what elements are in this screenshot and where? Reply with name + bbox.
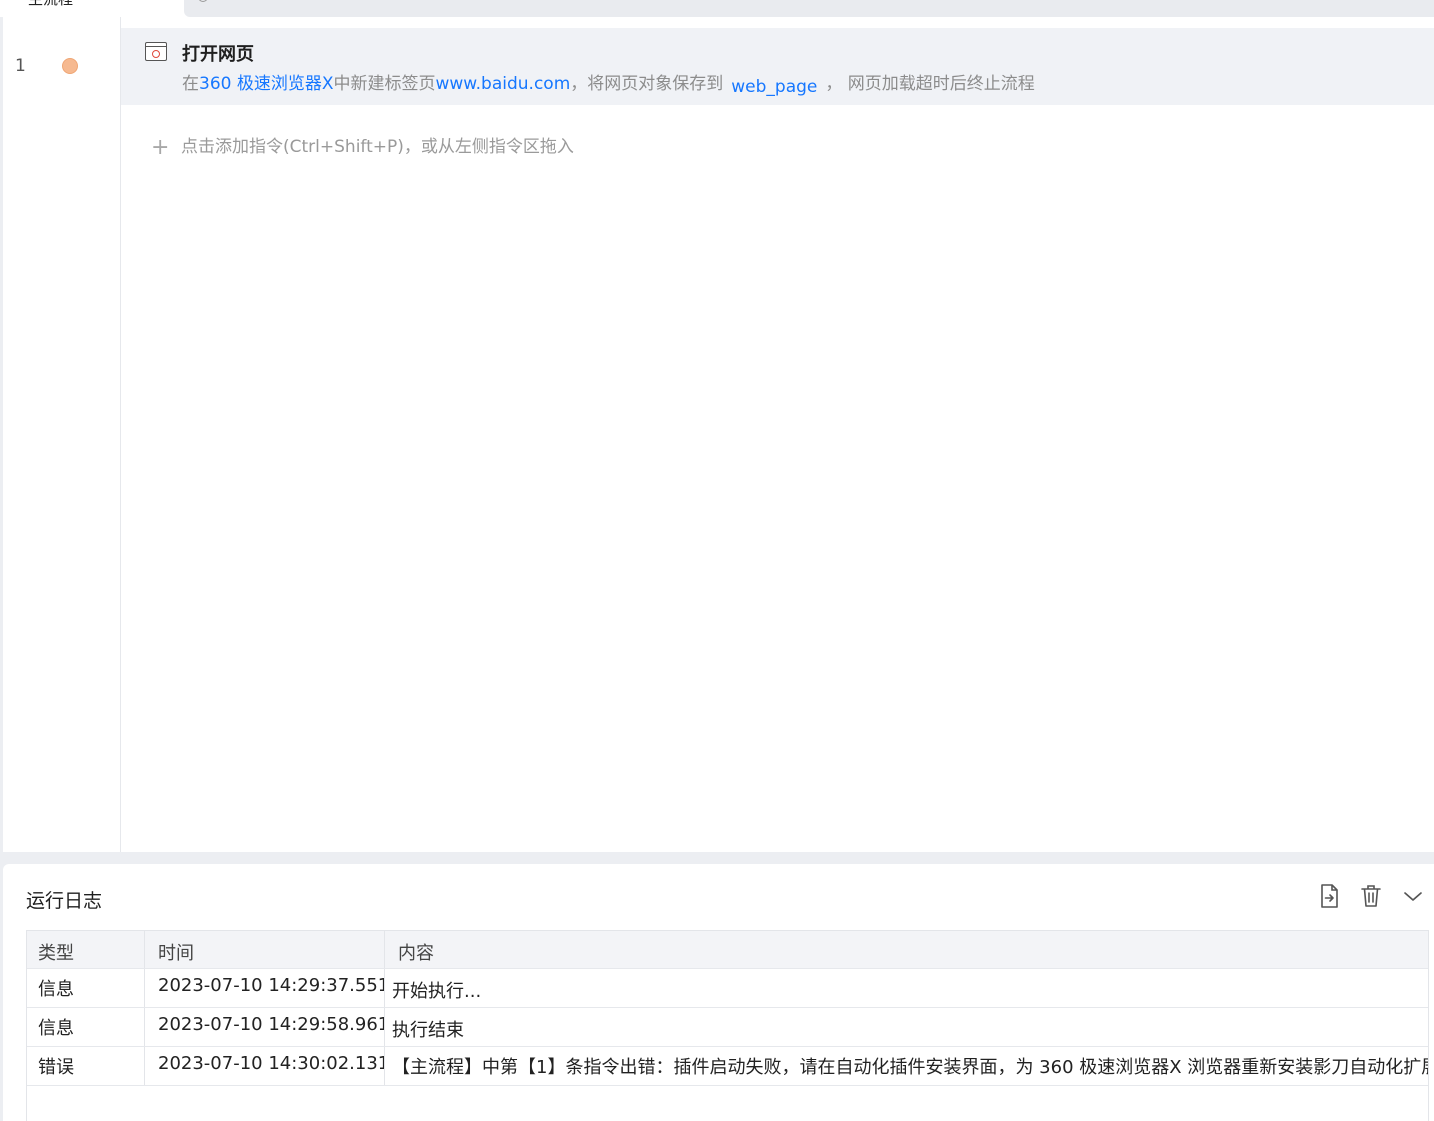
row-type: 信息 (27, 969, 145, 1007)
chevron-down-icon[interactable] (1400, 882, 1426, 910)
table-row[interactable]: 错误 2023-07-10 14:30:02.131 【主流程】中第【1】条指令… (27, 1047, 1428, 1086)
trash-icon[interactable] (1358, 882, 1384, 910)
desc-mid1: 中新建标签页 (333, 74, 436, 94)
line-number: 1 (15, 56, 26, 76)
table-header: 类型 时间 内容 (27, 931, 1428, 969)
flow-editor: 1 打开网页 在360 极速浏览器X中新建标签页www.baidu.com，将网… (0, 17, 1434, 852)
table-row[interactable]: 信息 2023-07-10 14:29:37.551 开始执行... (27, 969, 1428, 1008)
header-time[interactable]: 时间 (145, 931, 385, 968)
command-canvas: 打开网页 在360 极速浏览器X中新建标签页www.baidu.com，将网页对… (121, 17, 1434, 852)
desc-mid2: ，将网页对象保存到 (570, 74, 724, 94)
desc-prefix: 在 (182, 74, 199, 94)
browser-window-icon (145, 42, 167, 61)
header-type[interactable]: 类型 (27, 931, 145, 968)
desc-variable[interactable]: web_page (723, 77, 825, 97)
add-command-hint[interactable]: + 点击添加指令(Ctrl+Shift+P)，或从左侧指令区拖入 (151, 132, 574, 160)
desc-url: www.baidu.com (435, 74, 571, 94)
row-content: 开始执行... (392, 981, 482, 1002)
row-content: 执行结束 (392, 1020, 464, 1041)
row-time: 2023-07-10 14:30:02.131 (145, 1047, 385, 1085)
row-content: 【主流程】中第【1】条指令出错：插件启动失败，请在自动化插件安装界面，为 360… (392, 1057, 1428, 1078)
record-icon (152, 50, 160, 58)
add-command-text: 点击添加指令(Ctrl+Shift+P)，或从左侧指令区拖入 (181, 137, 574, 157)
row-time: 2023-07-10 14:29:37.551 (145, 969, 385, 1007)
line-gutter: 1 (3, 17, 121, 852)
tab-strip: 主流程 (0, 0, 1434, 17)
plus-icon: + (151, 135, 170, 160)
log-title: 运行日志 (26, 890, 103, 912)
row-type: 错误 (27, 1047, 145, 1085)
breakpoint-dot-icon[interactable] (62, 58, 78, 74)
tab-strip-rest (184, 0, 1434, 17)
log-table: 类型 时间 内容 信息 2023-07-10 14:29:37.551 开始执行… (26, 930, 1429, 1121)
desc-browser: 360 极速浏览器X (199, 74, 334, 94)
desc-suffix: ， 网页加载超时后终止流程 (825, 74, 1035, 94)
tab-main-flow[interactable]: 主流程 (0, 0, 184, 17)
export-file-icon[interactable] (1316, 882, 1342, 910)
command-title: 打开网页 (182, 44, 254, 65)
tab-main-flow-label: 主流程 (28, 0, 73, 9)
header-content[interactable]: 内容 (385, 931, 1428, 968)
app-window: 主流程 1 打开网页 在360 极速浏览器X中新建标签页www.baidu.co… (0, 0, 1434, 1121)
search-icon[interactable] (198, 0, 208, 2)
row-time: 2023-07-10 14:29:58.961 (145, 1008, 385, 1046)
row-type: 信息 (27, 1008, 145, 1046)
command-row[interactable]: 打开网页 在360 极速浏览器X中新建标签页www.baidu.com，将网页对… (121, 28, 1434, 105)
run-log-panel: 运行日志 类型 时间 内容 信息 2023-07-10 14:29:37.551… (3, 864, 1434, 1121)
command-description: 在360 极速浏览器X中新建标签页www.baidu.com，将网页对象保存到 w… (182, 69, 1035, 97)
table-row[interactable]: 信息 2023-07-10 14:29:58.961 执行结束 (27, 1008, 1428, 1047)
